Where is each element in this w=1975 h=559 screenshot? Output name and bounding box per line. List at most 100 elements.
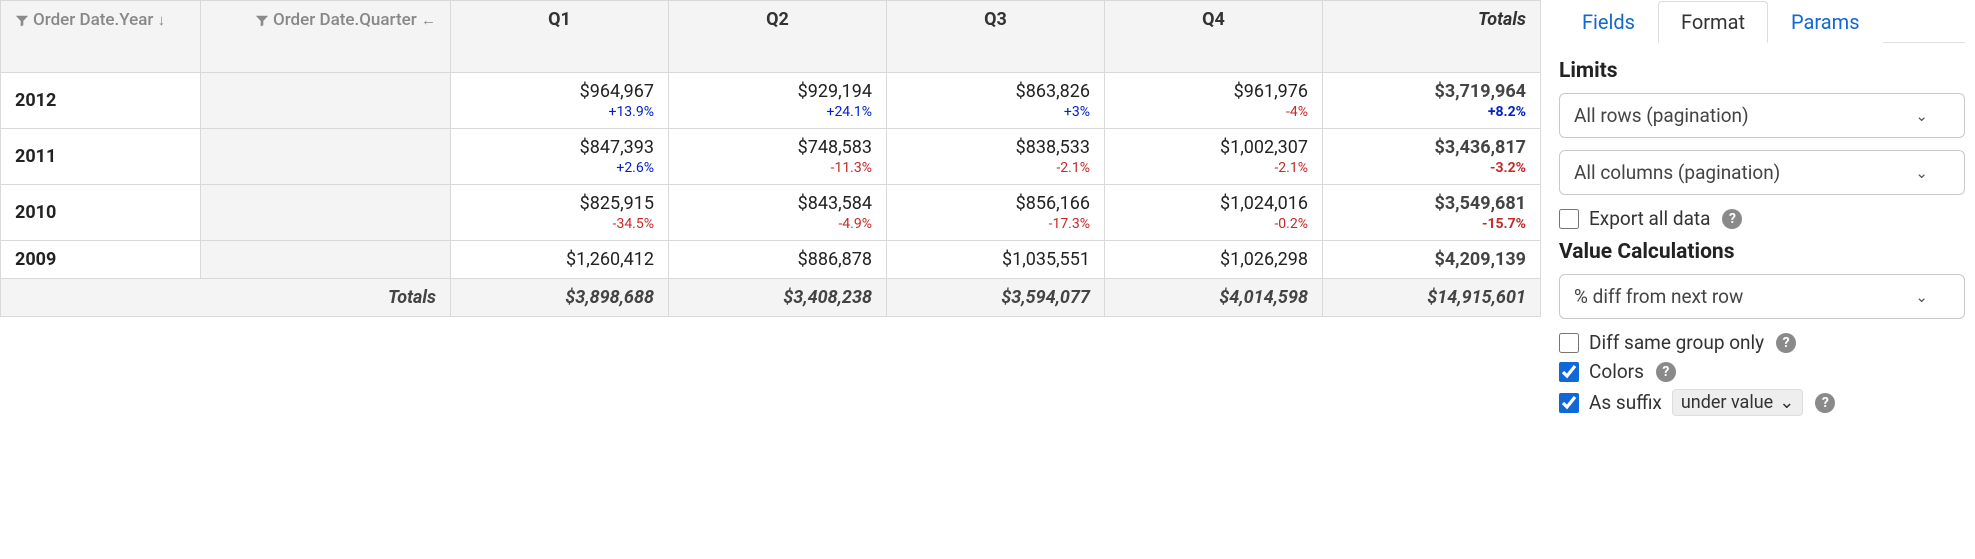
- value-cell: $843,584 -4.9%: [669, 185, 887, 241]
- value-cell: $886,878: [669, 241, 887, 279]
- sort-left-icon[interactable]: ←: [421, 11, 436, 29]
- cell-value: $929,194: [683, 81, 872, 102]
- row-label[interactable]: 2009: [1, 241, 201, 279]
- pivot-table-container: Order Date.Year ↓ Order Date.Quarter ← Q…: [0, 0, 1541, 559]
- row-total-cell: $3,719,964 +8.2%: [1323, 73, 1541, 129]
- cell-value: $748,583: [683, 137, 872, 158]
- diff-same-group-checkbox[interactable]: [1559, 333, 1579, 353]
- table-row: 2010 $825,915 -34.5% $843,584 -4.9% $856…: [1, 185, 1541, 241]
- value-cell: $1,035,551: [887, 241, 1105, 279]
- column-header[interactable]: Q1: [451, 1, 669, 73]
- column-header[interactable]: Q4: [1105, 1, 1323, 73]
- cell-pct: -2.1%: [1119, 160, 1308, 176]
- tab-format[interactable]: Format: [1658, 1, 1768, 43]
- cell-pct: +2.6%: [465, 160, 654, 176]
- tab-params[interactable]: Params: [1768, 1, 1883, 43]
- value-cell: $964,967 +13.9%: [451, 73, 669, 129]
- row-dimension-label: Order Date.Year: [33, 10, 153, 30]
- chevron-down-icon: ⌄: [1779, 392, 1794, 413]
- suffix-position-select[interactable]: under value ⌄: [1672, 389, 1803, 416]
- column-header[interactable]: Q3: [887, 1, 1105, 73]
- empty-cell: [201, 129, 451, 185]
- cell-pct: -2.1%: [901, 160, 1090, 176]
- valuecalc-value: % diff from next row: [1574, 285, 1743, 308]
- value-cell: $863,826 +3%: [887, 73, 1105, 129]
- diff-same-group-label: Diff same group only: [1589, 331, 1764, 354]
- row-total-cell: $3,436,817 -3.2%: [1323, 129, 1541, 185]
- valuecalc-select[interactable]: % diff from next row ⌄: [1559, 274, 1965, 319]
- grand-total-cell: $3,898,688: [451, 279, 669, 317]
- help-icon[interactable]: ?: [1722, 209, 1742, 229]
- value-cell: $1,260,412: [451, 241, 669, 279]
- filter-icon[interactable]: [255, 12, 269, 26]
- value-cell: $1,026,298: [1105, 241, 1323, 279]
- column-header[interactable]: Q2: [669, 1, 887, 73]
- value-cell: $856,166 -17.3%: [887, 185, 1105, 241]
- cell-pct: -11.3%: [683, 160, 872, 176]
- help-icon[interactable]: ?: [1656, 362, 1676, 382]
- cell-value: $825,915: [465, 193, 654, 214]
- as-suffix-checkbox[interactable]: [1559, 393, 1579, 413]
- cell-value: $1,002,307: [1119, 137, 1308, 158]
- empty-cell: [201, 185, 451, 241]
- value-cell: $929,194 +24.1%: [669, 73, 887, 129]
- cell-pct: -4%: [1119, 104, 1308, 120]
- row-label[interactable]: 2011: [1, 129, 201, 185]
- valuecalc-heading: Value Calculations: [1559, 240, 1965, 264]
- cell-value: $886,878: [683, 249, 872, 270]
- cell-pct: +13.9%: [465, 104, 654, 120]
- cell-value: $843,584: [683, 193, 872, 214]
- col-dimension-label: Order Date.Quarter: [273, 10, 417, 30]
- grand-total-label: Totals: [1, 279, 451, 317]
- row-total-cell: $4,209,139: [1323, 241, 1541, 279]
- row-label[interactable]: 2010: [1, 185, 201, 241]
- cols-limit-value: All columns (pagination): [1574, 161, 1780, 184]
- chevron-down-icon: ⌄: [1915, 107, 1928, 125]
- format-panel: Fields Format Params Limits All rows (pa…: [1541, 0, 1975, 559]
- cell-value: $1,024,016: [1119, 193, 1308, 214]
- sort-desc-icon[interactable]: ↓: [158, 11, 166, 29]
- empty-cell: [201, 73, 451, 129]
- table-row: 2011 $847,393 +2.6% $748,583 -11.3% $838…: [1, 129, 1541, 185]
- colors-label: Colors: [1589, 360, 1644, 383]
- cell-pct: -0.2%: [1119, 216, 1308, 232]
- cell-pct: -15.7%: [1337, 216, 1526, 232]
- export-all-checkbox[interactable]: [1559, 209, 1579, 229]
- grand-total-cell: $4,014,598: [1105, 279, 1323, 317]
- cell-pct: +8.2%: [1337, 104, 1526, 120]
- cell-value: $961,976: [1119, 81, 1308, 102]
- help-icon[interactable]: ?: [1815, 393, 1835, 413]
- row-label[interactable]: 2012: [1, 73, 201, 129]
- grand-total-row: Totals $3,898,688 $3,408,238 $3,594,077 …: [1, 279, 1541, 317]
- chevron-down-icon: ⌄: [1915, 164, 1928, 182]
- colors-checkbox[interactable]: [1559, 362, 1579, 382]
- cell-value: $4,209,139: [1337, 249, 1526, 270]
- tab-fields[interactable]: Fields: [1559, 1, 1658, 43]
- table-row: 2009 $1,260,412 $886,878 $1,035,551 $1,0…: [1, 241, 1541, 279]
- help-icon[interactable]: ?: [1776, 333, 1796, 353]
- cell-value: $838,533: [901, 137, 1090, 158]
- panel-tabs: Fields Format Params: [1559, 0, 1965, 43]
- totals-column-header: Totals: [1323, 1, 1541, 73]
- cell-pct: +24.1%: [683, 104, 872, 120]
- cell-value: $3,436,817: [1337, 137, 1526, 158]
- row-total-cell: $3,549,681 -15.7%: [1323, 185, 1541, 241]
- col-dimension-header[interactable]: Order Date.Quarter ←: [201, 1, 451, 73]
- rows-limit-select[interactable]: All rows (pagination) ⌄: [1559, 93, 1965, 138]
- cell-value: $847,393: [465, 137, 654, 158]
- cell-value: $863,826: [901, 81, 1090, 102]
- grand-total-cell: $14,915,601: [1323, 279, 1541, 317]
- filter-icon[interactable]: [15, 12, 29, 26]
- cell-value: $1,026,298: [1119, 249, 1308, 270]
- row-dimension-header[interactable]: Order Date.Year ↓: [1, 1, 201, 73]
- value-cell: $961,976 -4%: [1105, 73, 1323, 129]
- cell-value: $3,719,964: [1337, 81, 1526, 102]
- cell-value: $3,549,681: [1337, 193, 1526, 214]
- cell-value: $1,035,551: [901, 249, 1090, 270]
- value-cell: $825,915 -34.5%: [451, 185, 669, 241]
- cols-limit-select[interactable]: All columns (pagination) ⌄: [1559, 150, 1965, 195]
- cell-value: $1,260,412: [465, 249, 654, 270]
- value-cell: $847,393 +2.6%: [451, 129, 669, 185]
- value-cell: $1,002,307 -2.1%: [1105, 129, 1323, 185]
- chevron-down-icon: ⌄: [1915, 288, 1928, 306]
